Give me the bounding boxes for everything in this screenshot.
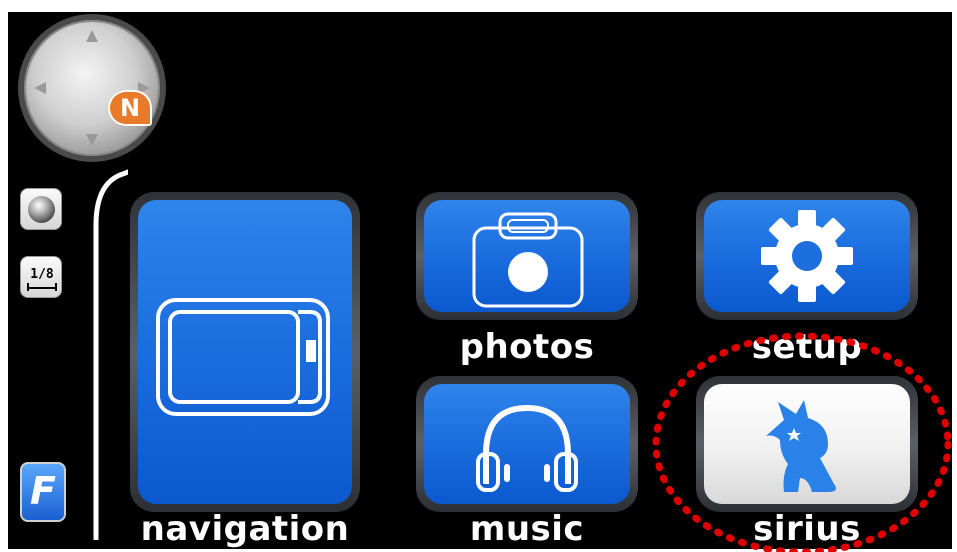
music-tile[interactable]	[416, 376, 638, 512]
favorites-button[interactable]: F	[20, 462, 66, 522]
north-badge: N	[108, 90, 152, 126]
navigation-tile-face	[138, 200, 352, 504]
home-screen: N 1/8 F navigation photos setup music si…	[0, 0, 957, 552]
headphones-icon	[476, 404, 578, 492]
frame-border	[952, 0, 957, 552]
sirius-tile[interactable]	[696, 376, 918, 512]
compass-button[interactable]: N	[18, 14, 166, 162]
setup-tile-face	[704, 200, 910, 312]
photos-tile[interactable]	[416, 192, 638, 320]
compass-arrows-icon	[34, 30, 150, 146]
camera-icon	[472, 212, 584, 308]
photos-tile-face	[424, 200, 630, 312]
gear-icon	[761, 210, 853, 302]
gps-status-button[interactable]	[20, 188, 62, 230]
sirius-tile-face	[704, 384, 910, 504]
screen-outline-icon	[156, 298, 330, 416]
scale-label: 1/8	[30, 267, 54, 282]
map-scale-button[interactable]: 1/8	[20, 256, 62, 298]
navigation-label: navigation	[140, 509, 350, 549]
navigation-tile[interactable]	[130, 192, 360, 512]
frame-border	[0, 0, 8, 552]
f-logo-icon: F	[30, 469, 56, 513]
setup-label: setup	[751, 327, 863, 367]
scale-bar-icon	[27, 283, 57, 291]
sirius-dog-icon	[766, 400, 836, 492]
music-label: music	[469, 509, 585, 549]
sirius-label: sirius	[753, 509, 861, 549]
frame-border	[0, 0, 957, 12]
setup-tile[interactable]	[696, 192, 918, 320]
gps-ball-icon	[28, 196, 55, 223]
photos-label: photos	[459, 327, 595, 367]
music-tile-face	[424, 384, 630, 504]
